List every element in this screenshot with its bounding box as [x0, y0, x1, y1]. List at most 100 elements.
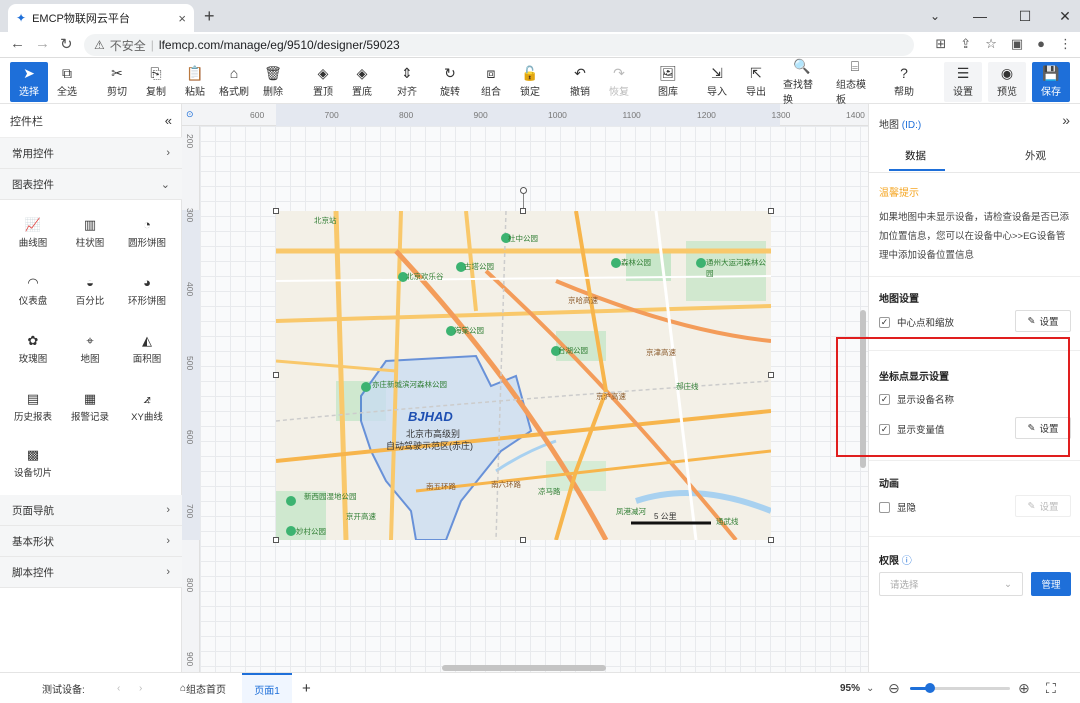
- rotate-handle[interactable]: [520, 187, 527, 194]
- cut-button[interactable]: ✂ 剪切: [98, 62, 136, 102]
- page-tab-1[interactable]: 页面1: [242, 673, 292, 703]
- tile-donut-chart[interactable]: ◕ 环形饼图: [122, 266, 172, 316]
- next-device-icon[interactable]: ›: [139, 673, 142, 703]
- add-page-button[interactable]: +: [302, 673, 311, 703]
- tile-area-chart[interactable]: ◭ 面积图: [122, 324, 172, 374]
- resize-handle[interactable]: [273, 372, 279, 378]
- tip-header: 温馨提示: [879, 188, 919, 199]
- fullscreen-icon[interactable]: ⛶: [1046, 673, 1056, 703]
- zoom-in-icon[interactable]: ⊕: [1018, 673, 1030, 703]
- manage-button[interactable]: 管理: [1031, 572, 1071, 596]
- redo-button[interactable]: ↷ 恢复: [600, 62, 638, 102]
- maximize-icon[interactable]: ☐: [1005, 2, 1045, 30]
- bring-to-top-button[interactable]: ◈ 置顶: [304, 62, 342, 102]
- help-icon: ?: [900, 65, 908, 81]
- forward-icon[interactable]: →: [35, 35, 50, 52]
- help-icon[interactable]: ⓘ: [902, 556, 912, 567]
- category-basic-shapes[interactable]: 基本形状 ›: [0, 526, 182, 557]
- find-replace-button[interactable]: 🔍 查找替换: [783, 59, 821, 106]
- tab-data[interactable]: 数据: [905, 148, 926, 163]
- animation-set-button[interactable]: ✎ 设置: [1015, 495, 1071, 517]
- tile-map[interactable]: ⌖ 地图: [65, 324, 115, 374]
- reload-icon[interactable]: ↻: [60, 35, 73, 53]
- zoom-slider-knob[interactable]: [925, 683, 935, 693]
- tab-search-icon[interactable]: ⌄: [915, 2, 955, 30]
- map-widget[interactable]: BJHAD 北京市高级别 自动驾驶示范区(赤庄) 5 公里 北京站 杜中公园 古塔公…: [276, 211, 771, 540]
- template-button[interactable]: ⌸ 组态模板: [836, 59, 874, 106]
- category-common-controls[interactable]: 常用控件 ›: [0, 138, 182, 169]
- resize-handle[interactable]: [273, 208, 279, 214]
- help-button[interactable]: ? 帮助: [885, 62, 923, 102]
- permission-select[interactable]: 请选择 ⌄: [879, 572, 1023, 596]
- tab-appearance[interactable]: 外观: [1025, 148, 1046, 163]
- chevron-right-icon: ›: [166, 566, 170, 578]
- close-tab-icon[interactable]: ×: [178, 11, 186, 26]
- category-chart-controls[interactable]: 图表控件 ⌄: [0, 169, 182, 200]
- zoom-slider[interactable]: [910, 683, 1010, 693]
- zoom-out-icon[interactable]: ⊖: [888, 673, 900, 703]
- tile-rose-chart[interactable]: ✿ 玫瑰图: [8, 324, 58, 374]
- lock-button[interactable]: 🔓 锁定: [511, 62, 549, 102]
- expand-panel-icon[interactable]: »: [1062, 112, 1070, 128]
- preview-button[interactable]: ◉ 预览: [988, 62, 1026, 102]
- export-button[interactable]: ⇱ 导出: [737, 62, 775, 102]
- group-button[interactable]: ⧈ 组合: [472, 62, 510, 102]
- resize-handle[interactable]: [768, 537, 774, 543]
- resize-handle[interactable]: [273, 537, 279, 543]
- center-zoom-set-button[interactable]: ✎ 设置: [1015, 310, 1071, 332]
- collapse-panel-icon[interactable]: «: [165, 113, 172, 128]
- ruler-tick-label: 400: [185, 282, 195, 297]
- url-field[interactable]: ⚠ 不安全 | lfemcp.com/manage/eg/9510/design…: [84, 34, 914, 56]
- tile-percentage[interactable]: ◒ 百分比: [65, 266, 115, 316]
- resize-handle[interactable]: [768, 372, 774, 378]
- checkbox-unchecked-icon[interactable]: [879, 501, 890, 513]
- select-all-button[interactable]: ⧉ 全选: [48, 62, 86, 102]
- share-icon[interactable]: ⇪: [960, 36, 971, 52]
- bookmark-star-icon[interactable]: ☆: [985, 36, 997, 52]
- map-place-label: 北京站: [314, 216, 337, 225]
- rotate-label: 旋转: [440, 87, 460, 98]
- tile-xy-curve[interactable]: ⦨ XY曲线: [122, 382, 172, 432]
- tile-line-chart[interactable]: 📈 曲线图: [8, 208, 58, 258]
- home-page-tab[interactable]: ⌂ 组态首页: [180, 673, 226, 703]
- checkbox-checked-icon[interactable]: ✓: [879, 316, 890, 328]
- resize-handle[interactable]: [768, 208, 774, 214]
- zoom-dropdown-icon[interactable]: ⌄: [866, 673, 874, 703]
- zoom-level[interactable]: 95%: [840, 673, 860, 703]
- tile-bar-chart[interactable]: ▥ 柱状图: [65, 208, 115, 258]
- copy-button[interactable]: ⎘ 复制: [137, 62, 175, 102]
- tile-device-slice[interactable]: ▩ 设备切片: [8, 438, 58, 488]
- format-brush-button[interactable]: ⌂ 格式刷: [215, 62, 253, 102]
- minimize-icon[interactable]: —: [960, 2, 1000, 30]
- tile-gauge[interactable]: ◠ 仪表盘: [8, 266, 58, 316]
- properties-id: (ID:): [901, 120, 922, 131]
- translate-icon[interactable]: ⊞: [935, 36, 946, 52]
- undo-button[interactable]: ↶ 撤销: [561, 62, 599, 102]
- tile-pie-chart[interactable]: ◔ 圆形饼图: [122, 208, 172, 258]
- resize-handle[interactable]: [520, 208, 526, 214]
- sidebar-icon[interactable]: ▣: [1011, 36, 1023, 52]
- resize-handle[interactable]: [520, 537, 526, 543]
- delete-button[interactable]: 🗑 删除: [254, 62, 292, 102]
- send-to-bottom-button[interactable]: ◈ 置底: [343, 62, 381, 102]
- category-script-controls[interactable]: 脚本控件 ›: [0, 557, 182, 588]
- menu-dots-icon[interactable]: ⋮: [1059, 36, 1072, 52]
- gallery-button[interactable]: 🖼 图库: [649, 62, 687, 102]
- browser-tab[interactable]: ✦ EMCP物联网云平台 ×: [8, 4, 194, 32]
- prev-device-icon[interactable]: ‹: [117, 673, 120, 703]
- import-button[interactable]: ⇲ 导入: [698, 62, 736, 102]
- select-button[interactable]: ➤ 选择: [10, 62, 48, 102]
- profile-icon[interactable]: ●: [1037, 36, 1045, 52]
- settings-button[interactable]: ☰ 设置: [944, 62, 982, 102]
- save-button[interactable]: 💾 保存: [1032, 62, 1070, 102]
- rotate-button[interactable]: ↻ 旋转: [431, 62, 469, 102]
- tile-history-report[interactable]: ▤ 历史报表: [8, 382, 58, 432]
- horizontal-scrollbar[interactable]: [442, 665, 606, 671]
- tile-alarm-record[interactable]: ▦ 报警记录: [65, 382, 115, 432]
- close-window-icon[interactable]: ✕: [1045, 2, 1080, 30]
- back-icon[interactable]: ←: [10, 35, 25, 52]
- paste-button[interactable]: 📋 粘贴: [176, 62, 214, 102]
- align-button[interactable]: ⇕ 对齐: [388, 62, 426, 102]
- new-tab-button[interactable]: +: [204, 6, 215, 27]
- category-page-navigation[interactable]: 页面导航 ›: [0, 495, 182, 526]
